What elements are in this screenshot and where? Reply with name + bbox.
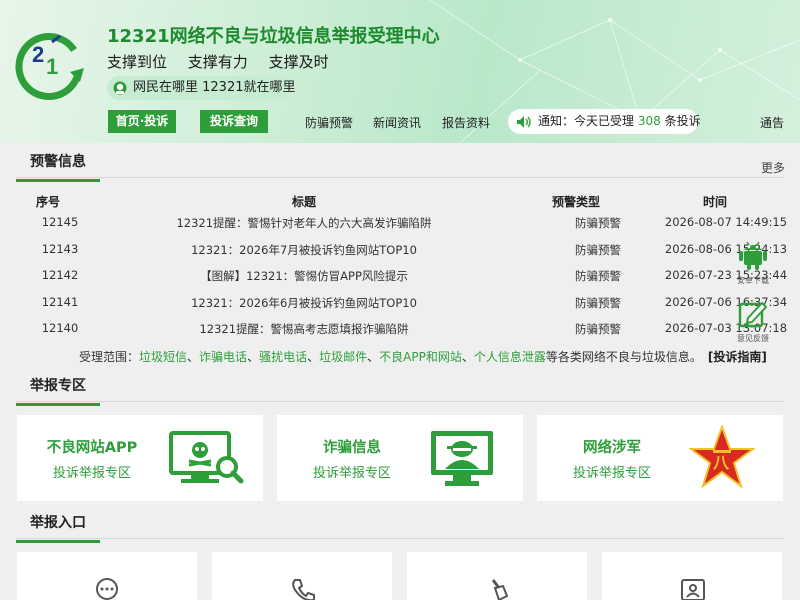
army-star-icon: 八 bbox=[689, 425, 755, 489]
col-header-time: 时间 bbox=[702, 195, 728, 209]
broom-icon bbox=[491, 579, 509, 600]
report-card-military[interactable]: 网络涉军 投诉举报专区 八 bbox=[537, 415, 783, 501]
entry-sms[interactable] bbox=[17, 552, 197, 600]
card-title: 诈骗信息 bbox=[323, 440, 381, 456]
notice-count: 308 bbox=[637, 114, 661, 128]
cell-type: 防骗预警 bbox=[575, 242, 621, 257]
card-title: 不良网站APP bbox=[46, 440, 138, 456]
feedback-button[interactable]: 意见反馈 bbox=[728, 300, 778, 344]
scope-item[interactable]: 骚扰电话 bbox=[259, 350, 307, 364]
svg-text:1: 1 bbox=[46, 54, 58, 79]
report-card-bad-website[interactable]: 不良网站APP 投诉举报专区 bbox=[17, 415, 263, 501]
card-subtitle: 投诉举报专区 bbox=[312, 466, 391, 481]
cell-type: 防骗预警 bbox=[575, 216, 621, 230]
scope-prefix: 受理范围： bbox=[79, 350, 140, 364]
col-header-type: 预警类型 bbox=[551, 195, 601, 209]
chat-bubble-icon bbox=[96, 578, 118, 600]
divider bbox=[16, 538, 784, 539]
motto-pill: 网民在哪里 12321就在哪里 bbox=[107, 76, 296, 100]
entry-phone[interactable] bbox=[212, 552, 392, 600]
scope-item[interactable]: 垃圾邮件 bbox=[319, 350, 367, 364]
android-icon bbox=[739, 241, 767, 270]
cell-title[interactable]: 12321：2026年7月被投诉钓鱼网站TOP10 bbox=[191, 242, 417, 258]
card-subtitle: 投诉举报专区 bbox=[52, 466, 131, 481]
phone-icon bbox=[292, 579, 315, 600]
card-title: 网络涉军 bbox=[583, 440, 641, 456]
feedback-label: 意见反馈 bbox=[737, 334, 769, 343]
cell-id: 12143 bbox=[41, 241, 79, 256]
cell-type: 防骗预警 bbox=[575, 269, 621, 283]
site-header: 2 1 12321网络不良与垃圾信息举报受理中心 支撑到位 支撑有力 支撑及时 … bbox=[0, 0, 800, 143]
scope-item[interactable]: 垃圾短信 bbox=[139, 350, 187, 364]
notice-bar[interactable]: 通知：今天已受理 308 条投诉 bbox=[508, 109, 701, 134]
cell-id: 12140 bbox=[41, 321, 79, 335]
site-logo-icon[interactable]: 2 1 bbox=[14, 28, 86, 100]
cell-time: 2026-08-07 14:49:15 bbox=[664, 215, 788, 229]
cell-title[interactable]: 12321提醒：警惕高考志愿填报诈骗陷阱 bbox=[199, 321, 408, 337]
nav-news[interactable]: 新闻资讯 bbox=[373, 114, 421, 131]
cell-id: 12145 bbox=[41, 215, 79, 229]
scope-item[interactable]: 个人信息泄露 bbox=[474, 350, 546, 364]
slogan: 支撑到位 支撑有力 支撑及时 bbox=[107, 51, 341, 72]
speaker-icon bbox=[517, 116, 531, 128]
col-header-id: 序号 bbox=[35, 195, 61, 209]
scope-item[interactable]: 诈骗电话 bbox=[199, 350, 247, 364]
card-subtitle: 投诉举报专区 bbox=[572, 466, 651, 481]
col-header-title: 标题 bbox=[291, 195, 317, 209]
mascot-icon bbox=[113, 81, 127, 95]
id-card-icon bbox=[681, 579, 705, 600]
nav-reports[interactable]: 报告资料 bbox=[442, 114, 490, 131]
entry-privacy[interactable] bbox=[602, 552, 782, 600]
cell-title[interactable]: 【图解】12321：警惕仿冒APP风险提示 bbox=[200, 268, 408, 284]
more-warnings-link[interactable]: 更多 bbox=[761, 159, 785, 176]
acceptance-scope: 受理范围：垃圾短信、诈骗电话、骚扰电话、垃圾邮件、不良APP和网站、个人信息泄露… bbox=[79, 350, 767, 364]
slogan-3: 支撑及时 bbox=[268, 53, 329, 71]
report-card-fraud[interactable]: 诈骗信息 投诉举报专区 bbox=[277, 415, 523, 501]
motto-text: 网民在哪里 12321就在哪里 bbox=[133, 80, 296, 95]
monitor-skull-search-icon bbox=[169, 431, 244, 484]
cell-id: 12142 bbox=[41, 268, 79, 282]
monitor-hacker-icon bbox=[431, 431, 493, 486]
site-title: 12321网络不良与垃圾信息举报受理中心 bbox=[107, 26, 440, 47]
home-complaint-button[interactable]: 首页·投诉 bbox=[108, 110, 176, 133]
scope-item[interactable]: 不良APP和网站 bbox=[379, 350, 462, 364]
cell-type: 防骗预警 bbox=[575, 322, 621, 336]
cell-type: 防骗预警 bbox=[575, 295, 621, 310]
cell-title[interactable]: 12321：2026年6月被投诉钓鱼网站TOP10 bbox=[191, 295, 417, 311]
android-download-label: 安卓下载 bbox=[737, 276, 769, 285]
svg-text:八: 八 bbox=[712, 455, 730, 472]
cell-id: 12141 bbox=[41, 294, 79, 309]
svg-text:2: 2 bbox=[32, 42, 44, 67]
edit-feedback-icon bbox=[738, 301, 768, 328]
notice-suffix: 条投诉 bbox=[664, 114, 701, 128]
announcement-link[interactable]: 通告 bbox=[760, 114, 784, 131]
android-download-button[interactable]: 安卓下载 bbox=[728, 238, 778, 286]
divider bbox=[16, 401, 784, 402]
nav-anti-fraud[interactable]: 防骗预警 bbox=[305, 114, 353, 131]
divider bbox=[16, 177, 784, 178]
complaint-query-button[interactable]: 投诉查询 bbox=[200, 110, 268, 133]
notice-prefix: 通知：今天已受理 bbox=[538, 114, 635, 128]
cell-title[interactable]: 12321提醒：警惕针对老年人的六大高发诈骗陷阱 bbox=[176, 215, 431, 231]
scope-suffix: 等各类网络不良与垃圾信息。 bbox=[545, 350, 702, 364]
slogan-1: 支撑到位 bbox=[107, 53, 168, 71]
complaint-guide-link[interactable]: [投诉指南] bbox=[708, 350, 767, 364]
entry-spam[interactable] bbox=[407, 552, 587, 600]
slogan-2: 支撑有力 bbox=[187, 53, 248, 71]
